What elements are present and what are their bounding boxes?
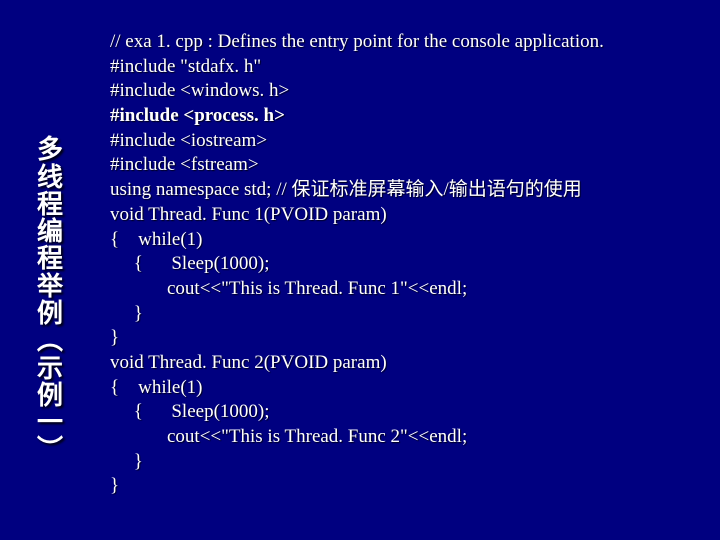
code-line: // exa 1. cpp : Defines the entry point … bbox=[110, 30, 700, 55]
code-line: { while(1) bbox=[110, 376, 700, 401]
code-line: #include <iostream> bbox=[110, 129, 700, 154]
title-char: 线 bbox=[37, 164, 63, 191]
code-line: } bbox=[110, 302, 700, 327]
title-char: 例 bbox=[37, 300, 63, 327]
title-char: 举 bbox=[37, 273, 63, 300]
title-char: 一 bbox=[37, 409, 63, 436]
code-line: } bbox=[110, 326, 700, 351]
title-char: 示 bbox=[37, 355, 63, 382]
code-line: { while(1) bbox=[110, 228, 700, 253]
title-char: 程 bbox=[37, 191, 63, 218]
title-char: ︶ bbox=[37, 436, 63, 463]
code-line: { Sleep(1000); bbox=[110, 252, 700, 277]
code-line: #include <windows. h> bbox=[110, 79, 700, 104]
code-line: #include <fstream> bbox=[110, 153, 700, 178]
code-block: // exa 1. cpp : Defines the entry point … bbox=[80, 20, 700, 520]
slide-title-vertical: 多 线 程 编 程 举 例 ︵ 示 例 一 ︶ bbox=[37, 136, 63, 464]
code-line: cout<<"This is Thread. Func 1"<<endl; bbox=[110, 277, 700, 302]
title-char: 程 bbox=[37, 245, 63, 272]
code-line: void Thread. Func 2(PVOID param) bbox=[110, 351, 700, 376]
title-char: 多 bbox=[37, 136, 63, 163]
code-line: cout<<"This is Thread. Func 2"<<endl; bbox=[110, 425, 700, 450]
title-char: 例 bbox=[37, 382, 63, 409]
slide: 多 线 程 编 程 举 例 ︵ 示 例 一 ︶ // exa 1. cpp : … bbox=[0, 0, 720, 540]
code-line: } bbox=[110, 474, 700, 499]
code-line: #include "stdafx. h" bbox=[110, 55, 700, 80]
title-char: 编 bbox=[37, 218, 63, 245]
code-line: { Sleep(1000); bbox=[110, 400, 700, 425]
code-line: void Thread. Func 1(PVOID param) bbox=[110, 203, 700, 228]
code-line: #include <process. h> bbox=[110, 104, 700, 129]
title-char: ︵ bbox=[37, 327, 63, 354]
code-line: using namespace std; // 保证标准屏幕输入/输出语句的使用 bbox=[110, 178, 700, 203]
side-title: 多 线 程 编 程 举 例 ︵ 示 例 一 ︶ bbox=[20, 20, 80, 520]
code-line: } bbox=[110, 450, 700, 475]
